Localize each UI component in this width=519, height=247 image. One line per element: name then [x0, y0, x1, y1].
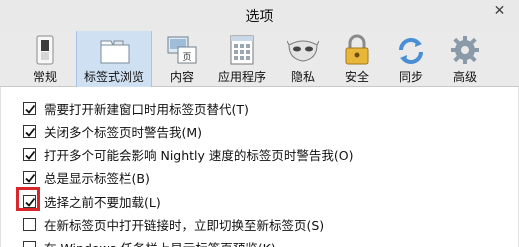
highlight-box — [16, 187, 40, 211]
option-warn-open-many-tabs[interactable]: 打开多个可能会影响 Nightly 速度的标签页时警告我(O) — [23, 145, 354, 163]
checkmark-icon — [25, 150, 36, 160]
checkbox[interactable] — [23, 124, 36, 138]
option-label: 在 Windows 任务栏上显示标签页预览(K) — [44, 238, 276, 247]
tab-sync-label: 同步 — [398, 70, 423, 84]
content-icon: 页 — [167, 36, 197, 64]
tab-security-label: 安全 — [344, 70, 369, 84]
preferences-toolbar: 常规 标签式浏览 页 内容 应用程序 隐私 安全 同步 高级 — [0, 31, 519, 87]
gear-icon — [451, 36, 479, 64]
checkbox[interactable] — [23, 240, 36, 247]
tab-content[interactable]: 页 内容 — [160, 31, 204, 87]
tab-privacy[interactable]: 隐私 — [280, 31, 326, 87]
tab-applications[interactable]: 应用程序 — [212, 31, 272, 87]
checkbox[interactable] — [23, 147, 36, 161]
option-label: 关闭多个标签页时警告我(M) — [44, 124, 203, 140]
option-taskbar-tab-previews[interactable]: 在 Windows 任务栏上显示标签页预览(K) — [23, 238, 276, 247]
option-open-windows-in-tabs[interactable]: 需要打开新建窗口时用标签页替代(T) — [23, 99, 249, 117]
tab-tabs[interactable]: 标签式浏览 — [76, 31, 152, 87]
mask-icon — [287, 40, 319, 62]
applications-icon — [230, 35, 254, 65]
tab-sync[interactable]: 同步 — [388, 31, 434, 87]
tab-content-label: 内容 — [169, 70, 194, 84]
option-label: 打开多个可能会影响 Nightly 速度的标签页时警告我(O) — [44, 147, 354, 163]
tab-privacy-label: 隐私 — [290, 70, 315, 84]
tab-advanced[interactable]: 高级 — [442, 31, 488, 87]
tab-security[interactable]: 安全 — [334, 31, 380, 87]
option-switch-to-new-tab[interactable]: 在新标签页中打开链接时，立即切换至新标签页(S) — [23, 215, 324, 233]
tab-general[interactable]: 常规 — [22, 31, 68, 87]
checkmark-icon — [25, 104, 36, 114]
tabs-icon — [100, 40, 130, 64]
close-button[interactable]: ✕ — [480, 0, 519, 22]
switch-icon — [36, 35, 54, 65]
lock-icon — [345, 34, 369, 65]
tab-tabs-label: 标签式浏览 — [83, 70, 144, 84]
option-warn-close-tabs[interactable]: 关闭多个标签页时警告我(M) — [23, 122, 202, 140]
option-label: 在新标签页中打开链接时，立即切换至新标签页(S) — [44, 217, 325, 233]
checkmark-icon — [25, 173, 36, 183]
option-label: 需要打开新建窗口时用标签页替代(T) — [44, 101, 249, 117]
title-bar: 选项 ✕ — [0, 0, 519, 31]
option-always-show-tabbar[interactable]: 总是显示标签栏(B) — [23, 168, 150, 186]
checkbox[interactable] — [23, 170, 36, 184]
tab-advanced-label: 高级 — [452, 70, 477, 84]
checkbox[interactable] — [23, 101, 36, 115]
tabs-options-panel: 需要打开新建窗口时用标签页替代(T) 关闭多个标签页时警告我(M) 打开多个可能… — [0, 87, 519, 247]
tab-general-label: 常规 — [32, 70, 57, 84]
checkmark-icon — [25, 127, 36, 137]
option-label: 选择之前不要加载(L) — [44, 194, 161, 210]
close-icon: ✕ — [493, 3, 506, 19]
option-label: 总是显示标签栏(B) — [44, 170, 150, 186]
window-title: 选项 — [245, 9, 274, 25]
tab-applications-label: 应用程序 — [217, 70, 266, 84]
sync-icon — [399, 38, 423, 64]
option-dont-load-until-selected[interactable]: 选择之前不要加载(L) — [23, 192, 161, 210]
svg-text:页: 页 — [182, 52, 191, 63]
checkbox[interactable] — [23, 217, 36, 231]
options-dialog: 选项 ✕ 常规 标签式浏览 页 内容 应用程序 隐私 安全 同步 高级 需要打开… — [0, 0, 519, 247]
